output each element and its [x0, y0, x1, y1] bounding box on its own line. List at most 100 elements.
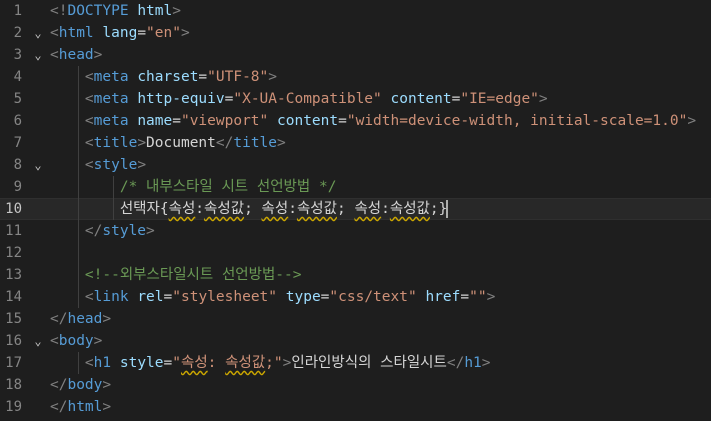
code-line[interactable]: 12 [0, 242, 711, 264]
code-line[interactable]: 5 <meta http-equiv="X-UA-Compatible" con… [0, 88, 711, 110]
code-token: > [486, 289, 496, 305]
line-number: 1 [13, 3, 22, 19]
code-token: DOCTYPE [67, 3, 129, 19]
code-content[interactable]: <meta http-equiv="X-UA-Compatible" conte… [50, 88, 548, 110]
code-line[interactable]: 9 /* 내부스타일 시트 선언방법 */ [0, 176, 711, 198]
line-number: 4 [13, 69, 22, 85]
code-content[interactable]: <style> [50, 154, 146, 176]
fold-chevron-icon[interactable]: ⌄ [32, 22, 44, 44]
code-line[interactable]: 13 <!--외부스타일시트 선언방법--> [0, 264, 711, 286]
code-token: title [233, 135, 278, 151]
code-token: html [67, 399, 103, 415]
fold-chevron-icon[interactable]: ⌄ [32, 154, 44, 176]
code-token: style [119, 355, 164, 371]
code-content[interactable]: <!DOCTYPE html> [50, 0, 181, 22]
code-token: head [67, 311, 103, 327]
code-token: < [84, 289, 94, 305]
code-token: ;" [265, 355, 283, 371]
code-token: = [338, 113, 347, 129]
code-token: : [288, 201, 297, 217]
code-content[interactable]: <html lang="en"> [50, 22, 190, 44]
code-line[interactable]: 6 <meta name="viewport" content="width=d… [0, 110, 711, 132]
code-token: meta [93, 113, 129, 129]
line-number: 14 [5, 289, 22, 305]
code-line[interactable]: 15 </head> [0, 308, 711, 330]
code-token: rel [137, 289, 164, 305]
code-token: = [163, 289, 173, 305]
fold-chevron-icon[interactable]: ⌄ [32, 44, 44, 66]
code-token: title [93, 135, 138, 151]
code-token: meta [93, 69, 129, 85]
code-token: "X-UA-Compatible" [233, 91, 382, 107]
code-token: content [390, 91, 452, 107]
code-token: < [50, 333, 59, 349]
code-line[interactable]: 2 ⌄ <html lang="en"> [0, 22, 711, 44]
code-token: style [93, 157, 138, 173]
code-token: > [102, 311, 112, 327]
code-content[interactable]: 선택자{속성:속성값; 속성:속성값; 속성:속성값;} [50, 198, 449, 220]
code-content[interactable]: <body> [50, 330, 102, 352]
code-token: > [687, 113, 697, 129]
code-content[interactable]: <meta name="viewport" content="width=dev… [50, 110, 696, 132]
code-token: body [58, 333, 94, 349]
code-content[interactable]: /* 내부스타일 시트 선언방법 */ [50, 176, 337, 198]
code-line[interactable]: 10 선택자{속성:속성값; 속성:속성값; 속성:속성값;} [0, 198, 711, 220]
code-token: > [172, 3, 181, 19]
code-token: Document [146, 135, 216, 151]
code-token: </ [446, 355, 465, 371]
line-number: 16 [5, 333, 22, 349]
code-line[interactable]: 17 <h1 style="속성: 속성값;">인라인방식의 스타일시트</h1… [0, 352, 711, 374]
code-line[interactable]: 11 </style> [0, 220, 711, 242]
code-token: charset [137, 69, 199, 85]
code-token: < [84, 355, 94, 371]
code-token: = [198, 69, 208, 85]
code-line[interactable]: 19 </html> [0, 396, 711, 418]
code-token: name [137, 113, 173, 129]
code-token: </ [50, 311, 68, 327]
line-number: 17 [5, 355, 22, 371]
code-content[interactable]: </body> [50, 374, 111, 396]
code-token: > [538, 91, 548, 107]
code-content[interactable]: <link rel="stylesheet" type="css/text" h… [50, 286, 495, 308]
fold-chevron-icon[interactable]: ⌄ [32, 330, 44, 352]
code-token: > [277, 135, 286, 151]
code-token: : [195, 201, 205, 217]
code-content[interactable]: </style> [50, 220, 155, 242]
line-number: 18 [5, 377, 22, 393]
code-content[interactable]: </head> [50, 308, 111, 330]
code-line[interactable]: 7 <title>Document</title> [0, 132, 711, 154]
code-token: ; [429, 201, 439, 217]
code-token: > [481, 355, 491, 371]
line-number: 10 [5, 201, 22, 217]
code-content[interactable]: </html> [50, 396, 111, 418]
code-token: > [93, 47, 103, 63]
text-cursor [446, 200, 449, 218]
line-number: 15 [5, 311, 22, 327]
code-line[interactable]: 8 ⌄ <style> [0, 154, 711, 176]
code-token: "en" [146, 25, 181, 41]
code-line[interactable]: 1 <!DOCTYPE html> [0, 0, 711, 22]
code-content[interactable]: <h1 style="속성: 속성값;">인라인방식의 스타일시트</h1> [50, 352, 491, 374]
warning-token: 속성값 [389, 201, 430, 217]
code-line[interactable]: 18 </body> [0, 374, 711, 396]
code-line[interactable]: 16 ⌄ <body> [0, 330, 711, 352]
code-line[interactable]: 3 ⌄ <head> [0, 44, 711, 66]
code-line[interactable]: 4 <meta charset="UTF-8"> [0, 66, 711, 88]
code-token: " [172, 355, 181, 371]
code-content[interactable]: <head> [50, 44, 102, 66]
warning-token: 속성값 [204, 201, 245, 217]
code-content[interactable]: <title>Document</title> [50, 132, 286, 154]
code-line[interactable]: 14 <link rel="stylesheet" type="css/text… [0, 286, 711, 308]
code-token: 선택자 [119, 201, 160, 217]
code-editor[interactable]: 1 <!DOCTYPE html> 2 ⌄ <html lang="en"> 3 ⌄ <hea… [0, 0, 711, 421]
code-content[interactable]: <meta charset="UTF-8"> [50, 66, 277, 88]
code-content[interactable]: <!--외부스타일시트 선언방법--> [50, 264, 302, 286]
code-token: "IE=edge" [460, 91, 539, 107]
